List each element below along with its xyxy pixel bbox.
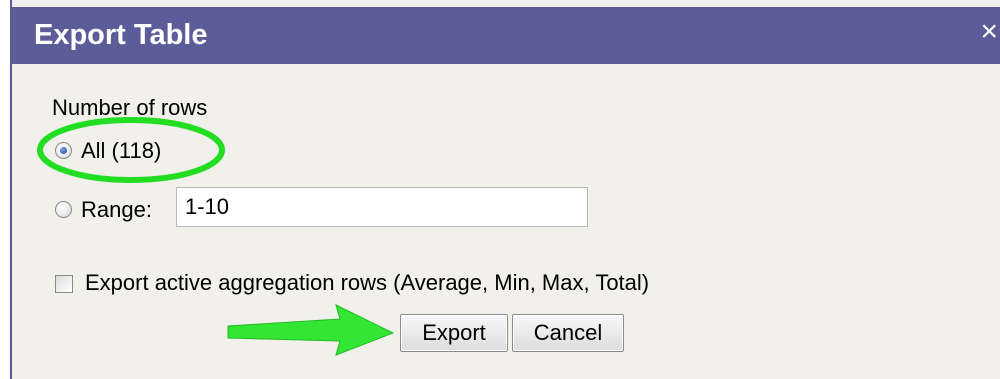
radio-range-label[interactable]: Range:	[81, 197, 152, 223]
aggregation-label[interactable]: Export active aggregation rows (Average,…	[85, 270, 649, 296]
close-icon[interactable]: ×	[980, 17, 998, 47]
dialog-titlebar: Export Table ×	[12, 0, 1000, 64]
number-of-rows-label: Number of rows	[52, 95, 208, 120]
aggregation-checkbox[interactable]	[55, 275, 73, 293]
export-button[interactable]: Export	[400, 314, 508, 352]
radio-all-label[interactable]: All (118)	[81, 138, 161, 164]
dialog-title: Export Table	[34, 19, 208, 51]
export-table-dialog: Export Table × Number of rows All (118) …	[10, 0, 1000, 379]
radio-range-rows[interactable]	[55, 201, 72, 218]
cancel-button[interactable]: Cancel	[512, 314, 624, 352]
radio-all-rows[interactable]	[55, 142, 72, 159]
range-input[interactable]	[176, 187, 588, 227]
